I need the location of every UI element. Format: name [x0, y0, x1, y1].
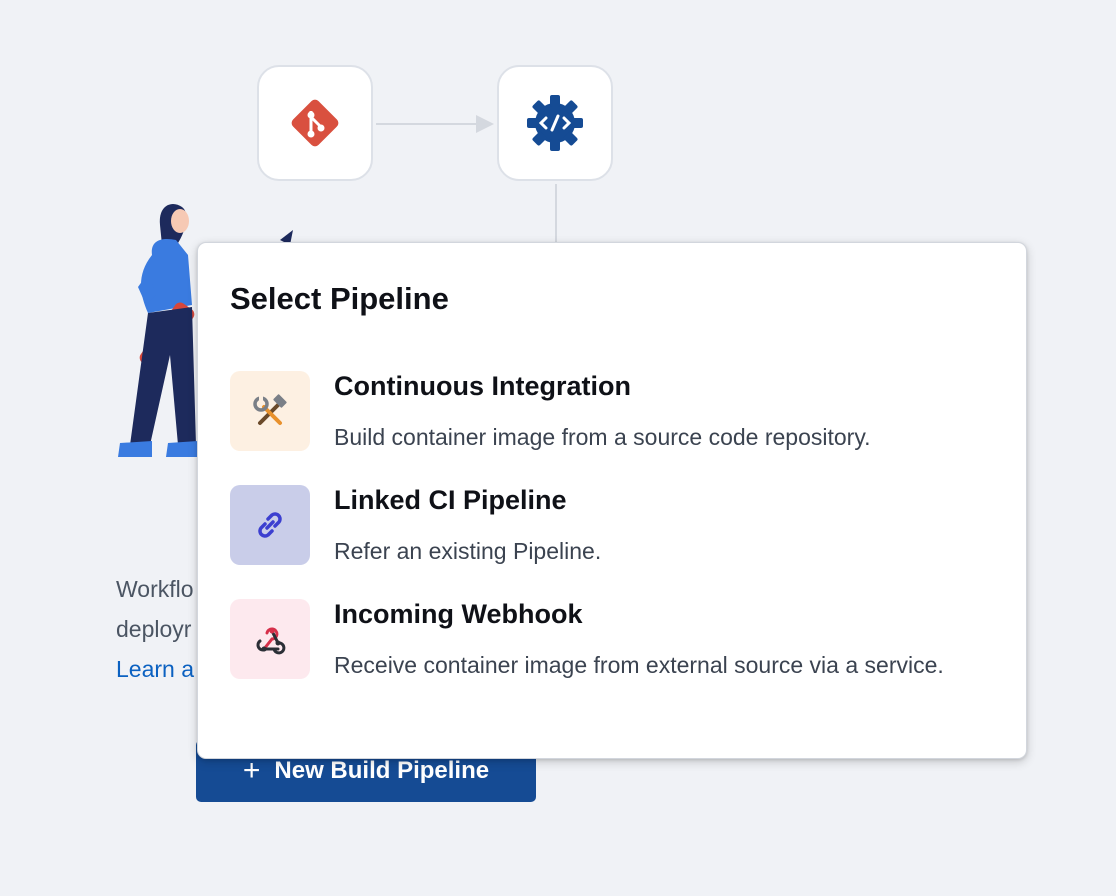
option-title: Incoming Webhook [334, 599, 583, 629]
workflow-description-line1: Workflo [116, 576, 194, 602]
option-description: Refer an existing Pipeline. [334, 538, 602, 564]
option-title: Linked CI Pipeline [334, 485, 567, 515]
flow-connector [376, 123, 476, 125]
option-icon-box [230, 599, 310, 679]
option-icon-box [230, 371, 310, 451]
code-gear-icon [527, 95, 583, 151]
git-source-node[interactable] [257, 65, 373, 181]
workflow-description-line2: deployr [116, 616, 192, 642]
flow-arrow [476, 115, 494, 133]
popup-title: Select Pipeline [230, 281, 449, 316]
option-description: Receive container image from external so… [334, 652, 944, 678]
option-icon-box [230, 485, 310, 565]
webhook-icon [256, 627, 286, 655]
option-linked-ci-pipeline[interactable]: Linked CI Pipeline Refer an existing Pip… [230, 485, 1000, 585]
new-build-pipeline-label: New Build Pipeline [274, 757, 490, 784]
option-description: Build container image from a source code… [334, 424, 871, 450]
option-continuous-integration[interactable]: Continuous Integration Build container i… [230, 371, 1000, 471]
build-node[interactable] [497, 65, 613, 181]
select-pipeline-popup: Select Pipeline Continuous Integration B… [197, 242, 1027, 759]
learn-more-link[interactable]: Learn a [116, 656, 194, 683]
option-incoming-webhook[interactable]: Incoming Webhook Receive container image… [230, 599, 1000, 719]
git-icon [291, 99, 339, 147]
plus-icon: + [242, 754, 261, 787]
option-title: Continuous Integration [334, 371, 631, 401]
flow-connector-vertical [555, 184, 557, 244]
link-icon [258, 512, 282, 538]
tools-icon [253, 394, 287, 425]
